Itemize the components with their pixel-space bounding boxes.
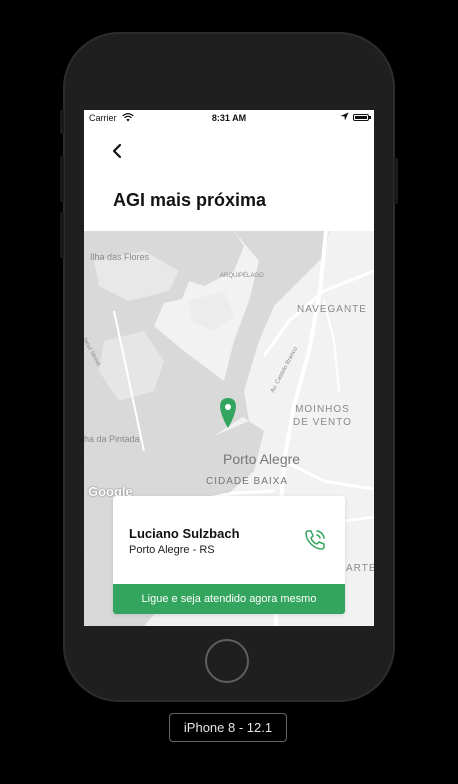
phone-ringing-icon <box>305 530 325 550</box>
map-label-pintada: ha da Pintada <box>84 434 140 444</box>
home-button[interactable] <box>205 639 249 683</box>
volume-down-button <box>60 212 64 258</box>
call-button[interactable] <box>301 526 329 554</box>
phone-screen: Carrier 8:31 AM AGI mais próxima Ilha da… <box>84 110 374 626</box>
page-title: AGI mais próxima <box>113 190 267 210</box>
back-button[interactable] <box>108 140 128 162</box>
map-label-arquipelago: ARQUIPÉLAGO <box>220 273 264 279</box>
map-label-ilha-das-flores: Ilha das Flores <box>90 252 150 262</box>
agent-location: Porto Alegre - RS <box>129 544 215 556</box>
map-label-partial: ARTE <box>346 563 374 574</box>
call-now-button[interactable]: Ligue e seja atendido agora mesmo <box>113 584 345 614</box>
map-label-moinhos: MOINHOS DE VENTO <box>293 404 352 428</box>
status-time: 8:31 AM <box>211 113 247 123</box>
power-button <box>394 158 398 204</box>
device-label: iPhone 8 - 12.1 <box>169 713 287 742</box>
mute-switch <box>60 110 64 134</box>
map-label-cidade-baixa: CIDADE BAIXA <box>206 476 289 487</box>
map-label-navegantes: NAVEGANTE <box>297 304 367 315</box>
chevron-left-icon <box>112 143 122 159</box>
battery-icon <box>353 114 371 121</box>
agent-name: Luciano Sulzbach <box>129 526 240 541</box>
map-label-porto-alegre: Porto Alegre <box>223 451 301 467</box>
location-arrow-icon <box>340 112 349 123</box>
agent-card: Luciano Sulzbach Porto Alegre - RS Ligue… <box>113 496 345 614</box>
volume-up-button <box>60 156 64 202</box>
status-bar: Carrier 8:31 AM <box>84 110 374 126</box>
